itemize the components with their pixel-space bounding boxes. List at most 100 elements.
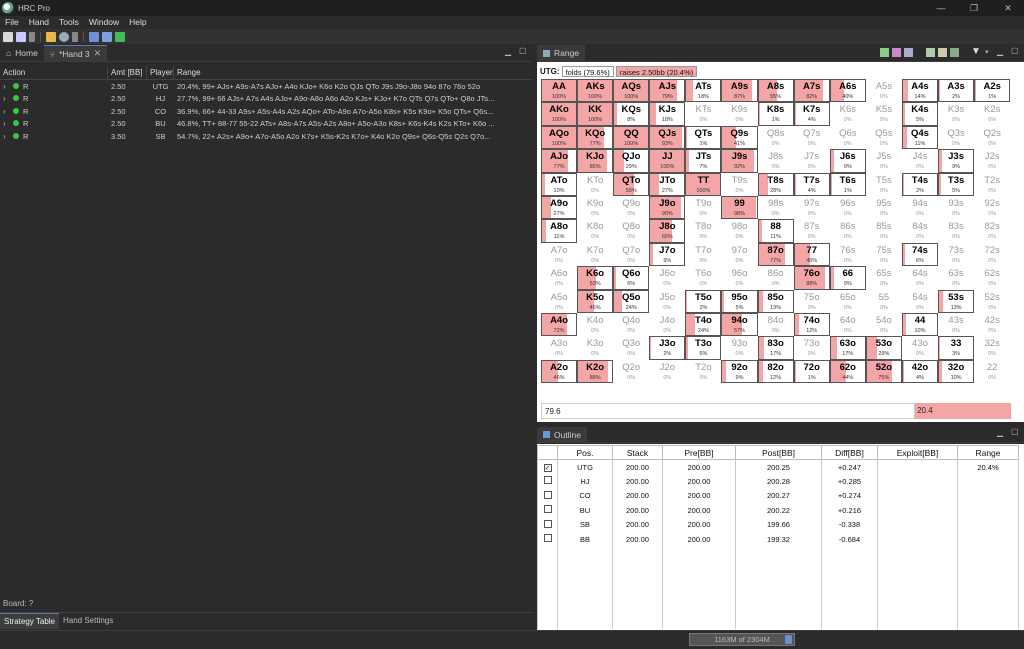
minimize-pane-icon[interactable]: ▁ [997, 428, 1003, 437]
expand-chevron-icon[interactable]: › [3, 94, 11, 103]
hand-cell[interactable]: 95o 5% [721, 289, 758, 313]
hand-cell[interactable]: 42o 4% [901, 359, 939, 384]
hand-cell[interactable]: QJo 29% [613, 149, 650, 173]
minimize-icon[interactable]: — [927, 0, 955, 16]
hand-cell[interactable]: A8o 11% [541, 219, 578, 243]
hand-cell[interactable]: 99 98% [721, 195, 758, 220]
tab-outline[interactable]: Outline [537, 427, 587, 442]
hand-cell[interactable]: K9o 0% [577, 195, 614, 220]
grid-view-icon[interactable] [938, 48, 947, 57]
tab-range[interactable]: Range [537, 45, 586, 61]
row-checkbox[interactable] [543, 505, 552, 514]
menu-window[interactable]: Window [84, 16, 124, 29]
hand-cell[interactable]: 87o 77% [757, 242, 794, 267]
menu-tools[interactable]: Tools [54, 16, 84, 29]
hand-cell[interactable]: Q8s 0% [757, 125, 794, 150]
run-icon[interactable] [115, 31, 125, 42]
tab-home[interactable]: ⌂ Home [0, 45, 44, 61]
hand-cell[interactable]: 98s 0% [757, 195, 794, 220]
hand-cell[interactable]: J5s 0% [865, 149, 902, 173]
hand-cell[interactable]: 92o 9% [721, 359, 758, 384]
hand-cell[interactable]: 62s 0% [974, 266, 1011, 290]
minimize-pane-icon[interactable]: ▁ [505, 47, 511, 56]
column-header-amount[interactable]: Amt [BB] [108, 65, 147, 80]
hand-cell[interactable]: T4o 24% [685, 312, 722, 337]
hand-cell[interactable]: 97o 0% [721, 242, 758, 267]
hand-cell[interactable]: 62o 44% [829, 359, 866, 384]
hand-cell[interactable]: T4s 2% [901, 172, 939, 196]
hand-cell[interactable]: T5o 2% [685, 289, 722, 313]
hand-cell[interactable]: KTs 0% [685, 102, 722, 126]
table-row[interactable]: › R 2.50 UTG 20.4%, 99+ AJs+ A9s-A7s AJo+ A4… [0, 80, 532, 93]
hand-cell[interactable]: A9s 87% [721, 79, 758, 103]
hand-cell[interactable]: 65s 0% [865, 266, 902, 290]
hand-cell[interactable]: 86o 0% [757, 266, 794, 290]
column-header-stack[interactable]: Stack [612, 445, 663, 460]
hand-cell[interactable]: K6o 53% [577, 266, 614, 290]
hand-cell[interactable]: T8s 28% [757, 172, 794, 196]
hand-cell[interactable]: 55 0% [865, 289, 902, 313]
hand-cell[interactable]: 43o 0% [901, 336, 939, 360]
hand-cell[interactable]: A6o 0% [541, 266, 578, 290]
hand-cell[interactable]: TT 100% [685, 172, 722, 196]
hand-cell[interactable]: 74o 12% [793, 312, 830, 337]
hand-cell[interactable]: QTo 59% [613, 172, 650, 196]
hand-cell[interactable]: KJo 85% [577, 149, 614, 173]
hand-cell[interactable]: K6s 0% [829, 102, 866, 126]
row-checkbox[interactable] [543, 519, 552, 528]
expand-chevron-icon[interactable]: › [3, 119, 11, 128]
hand-cell[interactable]: K8s 1% [757, 102, 794, 126]
hand-cell[interactable]: A5o 0% [541, 289, 578, 313]
hand-cell[interactable]: 66 9% [829, 266, 866, 290]
hand-cell[interactable]: Q6o 6% [613, 266, 650, 290]
hand-cell[interactable]: J8o 65% [649, 219, 686, 243]
hand-cell[interactable]: 63o 17% [829, 336, 866, 360]
save-all-icon[interactable] [102, 31, 112, 42]
hand-cell[interactable]: K2o 88% [577, 359, 614, 384]
hand-cell[interactable]: 53s 13% [938, 289, 975, 313]
outline-row[interactable]: SB 200.00 200.00 199.66 -0.338 [537, 517, 1019, 532]
hand-cell[interactable]: 98o 0% [721, 219, 758, 243]
hand-cell[interactable]: T6s 1% [829, 172, 866, 196]
hand-cell[interactable]: J7s 0% [793, 149, 830, 173]
hand-cell[interactable]: 44 10% [901, 312, 939, 337]
row-checkbox[interactable]: ✓ [543, 463, 552, 472]
hand-cell[interactable]: Q3o 0% [613, 336, 650, 360]
hand-cell[interactable]: KQs 8% [613, 102, 650, 126]
hand-cell[interactable]: 32s 0% [974, 336, 1011, 360]
hand-cell[interactable]: ATs 18% [685, 79, 722, 103]
outline-row[interactable]: HJ 200.00 200.00 200.28 +0.285 [537, 474, 1019, 489]
hand-cell[interactable]: A7s 82% [793, 79, 830, 103]
new-hand-icon[interactable] [16, 31, 26, 42]
hand-cell[interactable]: QJs 93% [649, 125, 686, 150]
hand-cell[interactable]: 97s 0% [793, 195, 830, 220]
hand-cell[interactable]: AQs 100% [613, 79, 650, 103]
hand-cell[interactable]: 84o 0% [757, 312, 794, 337]
hand-cell[interactable]: A6s 40% [829, 79, 866, 103]
grid-view-icon[interactable] [950, 48, 959, 57]
hand-cell[interactable]: Q6s 0% [829, 125, 866, 150]
maximize-pane-icon[interactable]: ▢ [1011, 427, 1019, 436]
hand-cell[interactable]: T7s 4% [793, 172, 830, 196]
hand-cell[interactable]: T3o 6% [685, 336, 722, 360]
grid-view-icon[interactable] [926, 48, 935, 57]
memory-indicator[interactable]: 1163M of 2304M [689, 633, 795, 646]
hand-cell[interactable]: QQ 100% [613, 125, 650, 150]
hand-cell[interactable]: K3o 0% [577, 336, 614, 360]
hand-cell[interactable]: A2s 1% [974, 79, 1011, 103]
hand-cell[interactable]: 32o 10% [938, 359, 975, 384]
tab-hand-settings[interactable]: Hand Settings [59, 613, 117, 629]
hand-cell[interactable]: K5o 46% [577, 289, 614, 313]
hand-cell[interactable]: KJs 18% [649, 102, 686, 126]
hand-cell[interactable]: 42s 0% [974, 312, 1011, 337]
outline-row[interactable]: BB 200.00 200.00 199.32 -0.684 [537, 532, 1019, 547]
hand-cell[interactable]: 54s 0% [901, 289, 939, 313]
color-scheme-icon[interactable] [904, 48, 913, 57]
hand-cell[interactable]: A4s 14% [901, 79, 939, 103]
hand-cell[interactable]: A9o 27% [541, 195, 578, 220]
hand-cell[interactable]: 86s 0% [829, 219, 866, 243]
column-header-range[interactable]: Range [174, 66, 532, 80]
hand-cell[interactable]: 88 11% [757, 219, 794, 243]
hand-cell[interactable]: J6o 0% [649, 266, 686, 290]
hand-cell[interactable]: K9s 0% [721, 102, 758, 126]
